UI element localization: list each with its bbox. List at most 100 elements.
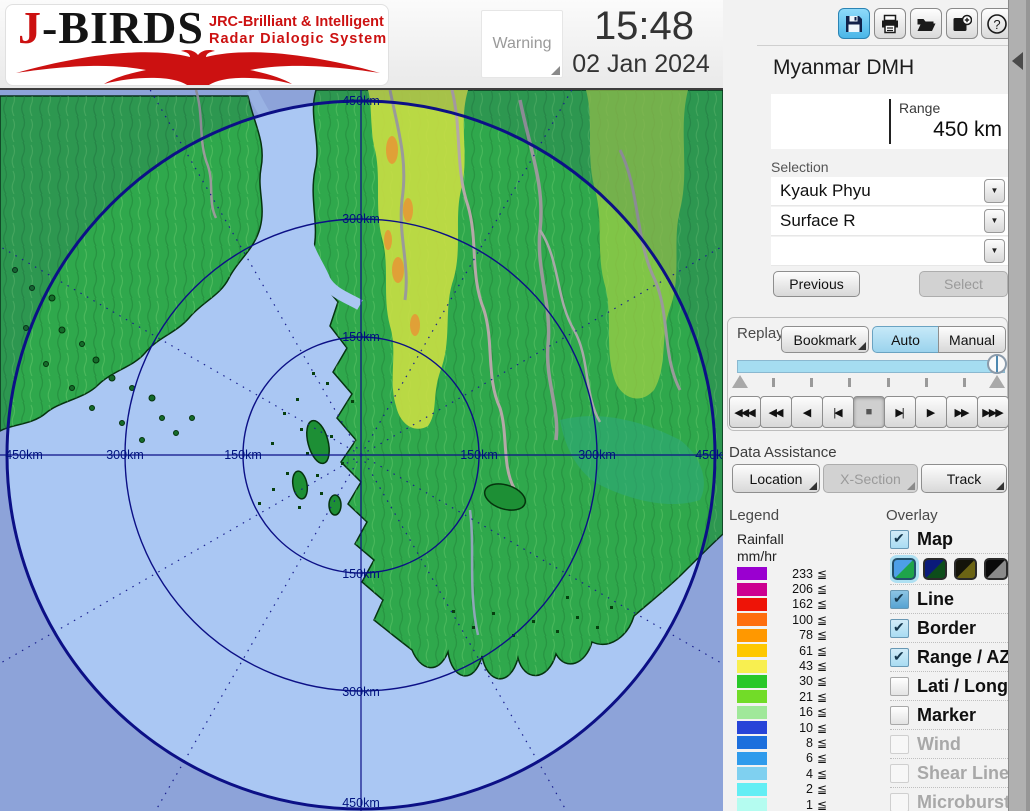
replay-label: Replay (737, 325, 784, 342)
extra-dropdown[interactable]: ▼ (771, 237, 1008, 266)
legend-threshold-value: 61 (767, 644, 813, 658)
legend-color-swatch (737, 783, 767, 796)
overlay-checkbox[interactable] (890, 648, 909, 667)
playback-rewind-button[interactable]: ◀◀ (760, 396, 792, 428)
auto-mode-button[interactable]: Auto (872, 326, 939, 353)
clock-time: 15:48 (568, 4, 720, 49)
manual-mode-button[interactable]: Manual (938, 326, 1006, 353)
playback-play-button[interactable]: ▶ (915, 396, 947, 428)
save-button[interactable] (838, 8, 870, 39)
legend-row: 1≦ (737, 797, 837, 811)
legend-threshold-value: 162 (767, 597, 813, 611)
legend-threshold-value: 10 (767, 721, 813, 735)
radar-map-viewport[interactable]: 450km 300km 150km 150km 300km 450km 450k… (0, 90, 723, 811)
track-button[interactable]: Track (921, 464, 1007, 493)
slider-tick (772, 378, 775, 387)
map-style-swatches (890, 554, 1008, 585)
map-style-option-1[interactable] (892, 558, 916, 580)
legend-row: 10≦ (737, 720, 837, 735)
legend-unit-label: mm/hr (737, 548, 777, 564)
legend-color-swatch (737, 613, 767, 626)
overlay-row-map: Map (890, 525, 1008, 554)
range-divider (889, 99, 891, 144)
legend-color-swatch (737, 583, 767, 596)
playback-forward-fast-button[interactable]: ▶▶▶ (977, 396, 1009, 428)
legend-lte-symbol: ≦ (817, 628, 827, 642)
playback-play-reverse-button[interactable]: ◀ (791, 396, 823, 428)
print-button[interactable] (874, 8, 906, 39)
bookmark-button[interactable]: Bookmark (781, 326, 869, 353)
map-style-option-4[interactable] (984, 558, 1008, 580)
svg-text:300km: 300km (106, 448, 144, 462)
radar-map[interactable]: 450km 300km 150km 150km 300km 450km 450k… (0, 90, 723, 811)
replay-timeline-handle[interactable] (987, 354, 1007, 374)
overlay-checkbox[interactable] (890, 530, 909, 549)
add-image-button[interactable] (946, 8, 978, 39)
legend-lte-symbol: ≦ (817, 705, 827, 719)
site-dropdown[interactable]: Kyauk Phyu ▼ (771, 177, 1008, 206)
legend-lte-symbol: ≦ (817, 659, 827, 673)
playback-stop-button[interactable]: ■ (853, 396, 885, 428)
legend-row: 16 ≦ (737, 705, 837, 720)
legend-color-swatch (737, 798, 767, 811)
location-button[interactable]: Location (732, 464, 820, 493)
legend-threshold-value: 100 (767, 613, 813, 627)
collapse-panel-arrow-icon[interactable] (1012, 52, 1023, 70)
svg-text:150km: 150km (342, 330, 380, 344)
legend-threshold-value: 30 (767, 674, 813, 688)
overlay-checkbox[interactable] (890, 677, 909, 696)
timeline-end-marker[interactable] (989, 375, 1005, 388)
legend-lte-symbol: ≦ (817, 597, 827, 611)
map-style-option-2[interactable] (923, 558, 947, 580)
legend-color-swatch (737, 721, 767, 734)
playback-rewind-fast-button[interactable]: ◀◀◀ (729, 396, 761, 428)
overlay-checkbox[interactable] (890, 590, 909, 609)
x-section-button[interactable]: X-Section (823, 464, 918, 493)
panel-divider (757, 45, 1008, 46)
replay-timeline-track[interactable] (737, 360, 1005, 373)
legend-lte-symbol: ≦ (817, 751, 827, 765)
legend-lte-symbol: ≦ (817, 567, 827, 581)
legend-row: 233≦ (737, 566, 837, 581)
svg-text:150km: 150km (224, 448, 262, 462)
legend-row: 206≦ (737, 581, 837, 596)
replay-section: Replay Bookmark Auto Manual ◀◀◀◀◀◀|◀■▶|▶… (727, 317, 1008, 431)
legend-row: 100≦ (737, 612, 837, 627)
previous-button[interactable]: Previous (773, 271, 860, 297)
svg-text:450km: 450km (342, 94, 380, 108)
legend-color-swatch (737, 767, 767, 780)
overlay-label: Map (917, 529, 953, 550)
extra-dropdown-arrow[interactable]: ▼ (984, 239, 1005, 263)
slider-tick (848, 378, 851, 387)
playback-step-back-button[interactable]: |◀ (822, 396, 854, 428)
open-folder-button[interactable] (910, 8, 942, 39)
map-style-option-3[interactable] (954, 558, 978, 580)
warning-selector[interactable]: Warning (481, 10, 563, 78)
legend-row: 43≦ (737, 658, 837, 673)
product-dropdown-arrow[interactable]: ▼ (984, 209, 1005, 233)
playback-forward-button[interactable]: ▶▶ (946, 396, 978, 428)
product-dropdown[interactable]: Surface R ▼ (771, 207, 1008, 236)
legend-row: 61 ≦ (737, 643, 837, 658)
legend-threshold-value: 78 (767, 628, 813, 642)
legend-lte-symbol: ≦ (817, 644, 827, 658)
add-image-icon (952, 14, 972, 34)
panel-edge-strip[interactable] (1008, 0, 1030, 811)
site-dropdown-arrow[interactable]: ▼ (984, 179, 1005, 203)
product-dropdown-value: Surface R (780, 211, 856, 231)
warning-label: Warning (493, 35, 552, 53)
timeline-start-marker[interactable] (732, 375, 748, 388)
legend-row: 162 ≦ (737, 597, 837, 612)
overlay-checkbox[interactable] (890, 706, 909, 725)
legend-threshold-value: 16 (767, 705, 813, 719)
playback-buttons: ◀◀◀◀◀◀|◀■▶|▶▶▶▶▶▶ (729, 396, 1008, 428)
select-button[interactable]: Select (919, 271, 1008, 297)
overlay-section-label: Overlay (886, 507, 938, 524)
svg-text:?: ? (993, 17, 1000, 32)
legend-row: 78 ≦ (737, 628, 837, 643)
playback-step-forward-button[interactable]: ▶| (884, 396, 916, 428)
svg-text:450km: 450km (5, 448, 43, 462)
overlay-checkbox[interactable] (890, 619, 909, 638)
legend-color-swatch (737, 752, 767, 765)
legend-color-swatch (737, 629, 767, 642)
